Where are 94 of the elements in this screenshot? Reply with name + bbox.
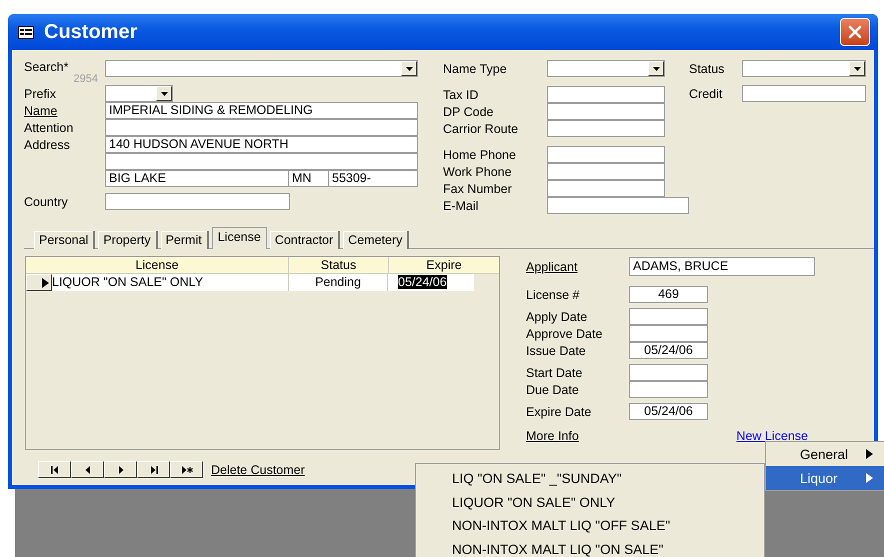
field-label: Tax ID bbox=[443, 88, 480, 102]
tab[interactable]: Personal bbox=[34, 231, 96, 249]
phone-field[interactable] bbox=[547, 146, 665, 162]
name-type-combo[interactable] bbox=[547, 60, 665, 77]
table-cell: LIQUOR "ON SALE" ONLY bbox=[52, 274, 288, 291]
table-cell: Pending bbox=[288, 274, 387, 291]
zip-field[interactable]: 55309- bbox=[328, 170, 418, 186]
menu-item[interactable]: LIQ "ON SALE" _"SUNDAY" bbox=[416, 467, 764, 490]
tab[interactable]: Property bbox=[98, 231, 158, 249]
field-label: Address bbox=[24, 138, 71, 152]
column-header[interactable]: License bbox=[26, 257, 289, 273]
name-field[interactable]: IMPERIAL SIDING & REMODELING bbox=[105, 102, 418, 118]
dropdown-button[interactable] bbox=[849, 61, 865, 76]
email-field[interactable] bbox=[547, 196, 689, 214]
field-label: Home Phone bbox=[443, 148, 517, 162]
dropdown-button[interactable] bbox=[156, 86, 172, 101]
field-label: Status bbox=[689, 62, 726, 76]
field-label: Country bbox=[24, 194, 69, 208]
text-field[interactable] bbox=[547, 102, 665, 120]
tab[interactable]: Contractor bbox=[270, 231, 340, 249]
close-icon bbox=[847, 24, 863, 40]
next-record-button[interactable] bbox=[104, 461, 137, 478]
phone-field[interactable] bbox=[547, 180, 665, 196]
country-field[interactable] bbox=[105, 192, 290, 210]
applicant-field[interactable]: ADAMS, BRUCE bbox=[629, 256, 815, 276]
last-record-button[interactable] bbox=[137, 461, 170, 478]
record-counter: 2954 bbox=[74, 74, 98, 85]
text-field[interactable] bbox=[629, 380, 708, 398]
dropdown-button[interactable] bbox=[401, 61, 417, 76]
field-label: E-Mail bbox=[443, 198, 480, 212]
text-field[interactable] bbox=[629, 364, 708, 380]
status-combo[interactable] bbox=[742, 60, 866, 77]
new-license-link[interactable]: New License bbox=[736, 429, 808, 443]
address-field[interactable] bbox=[105, 152, 418, 170]
tab[interactable]: Cemetery bbox=[343, 231, 410, 249]
text-field[interactable]: 05/24/06 bbox=[629, 402, 708, 420]
attention-field[interactable] bbox=[105, 118, 418, 136]
skip-icon bbox=[48, 466, 60, 474]
credit-field[interactable] bbox=[742, 84, 866, 102]
caret-icon bbox=[854, 66, 860, 70]
field-label: Credit bbox=[689, 86, 724, 100]
field-label: License # bbox=[526, 288, 581, 302]
caret-icon bbox=[406, 66, 412, 70]
field-label: Name Type bbox=[443, 62, 508, 76]
record-selector[interactable] bbox=[26, 274, 52, 291]
menu-item[interactable]: NON-INTOX MALT LIQ "ON SALE" bbox=[416, 538, 764, 557]
caret-icon bbox=[652, 66, 660, 70]
phone-field[interactable] bbox=[547, 162, 665, 180]
field-label: Carrior Route bbox=[443, 122, 520, 136]
address-field[interactable]: 140 HUDSON AVENUE NORTH bbox=[105, 136, 418, 152]
menu-item[interactable]: Liquor bbox=[766, 466, 884, 490]
window-title: Customer bbox=[44, 20, 138, 44]
field-label: Apply Date bbox=[526, 310, 588, 324]
new-record-icon bbox=[180, 466, 192, 474]
delete-customer-link[interactable]: Delete Customer bbox=[211, 462, 305, 476]
menu-item[interactable]: NON-INTOX MALT LIQ "OFF SALE" bbox=[416, 514, 764, 538]
first-record-button[interactable] bbox=[38, 461, 71, 478]
field-label: Attention bbox=[24, 120, 74, 134]
field-label: Work Phone bbox=[443, 164, 513, 178]
state-field[interactable]: MN bbox=[288, 170, 329, 186]
tab[interactable]: Permit bbox=[160, 231, 209, 249]
prefix-combo[interactable] bbox=[105, 85, 173, 102]
text-field[interactable] bbox=[547, 120, 665, 136]
current-record-icon bbox=[41, 278, 49, 288]
caret-icon bbox=[160, 92, 168, 96]
text-field[interactable]: 05/24/06 bbox=[629, 342, 708, 358]
dropdown-button[interactable] bbox=[648, 61, 664, 76]
more-info-link[interactable]: More Info bbox=[526, 429, 579, 443]
field-label: Search* bbox=[24, 60, 70, 74]
close-button[interactable] bbox=[840, 18, 870, 46]
text-field[interactable] bbox=[629, 324, 708, 342]
new-record-button[interactable] bbox=[170, 461, 203, 478]
city-field[interactable]: BIG LAKE bbox=[105, 170, 289, 186]
field-label: Issue Date bbox=[526, 344, 587, 358]
tab[interactable]: License bbox=[212, 227, 267, 249]
applicant-link[interactable]: Applicant bbox=[526, 260, 629, 274]
text-field[interactable] bbox=[629, 308, 708, 324]
field-label: Due Date bbox=[526, 382, 580, 396]
field-label: Start Date bbox=[526, 366, 584, 380]
menu-item[interactable]: General bbox=[766, 442, 884, 466]
column-header[interactable]: Status bbox=[289, 257, 389, 273]
table-cell: 05/24/06 bbox=[387, 274, 474, 291]
field-label: DP Code bbox=[443, 104, 494, 118]
field-label: Name bbox=[24, 104, 58, 118]
field-label: Fax Number bbox=[443, 182, 513, 196]
column-header[interactable]: Expire bbox=[389, 257, 499, 273]
field-label: Prefix bbox=[24, 86, 57, 100]
previous-record-button[interactable] bbox=[71, 461, 104, 478]
field-label: Approve Date bbox=[526, 326, 604, 340]
field-label: Expire Date bbox=[526, 404, 592, 418]
text-field[interactable]: 469 bbox=[629, 286, 708, 302]
menu-item[interactable]: LIQUOR "ON SALE" ONLY bbox=[416, 490, 764, 514]
form-icon bbox=[18, 26, 34, 38]
text-field[interactable] bbox=[547, 86, 665, 102]
